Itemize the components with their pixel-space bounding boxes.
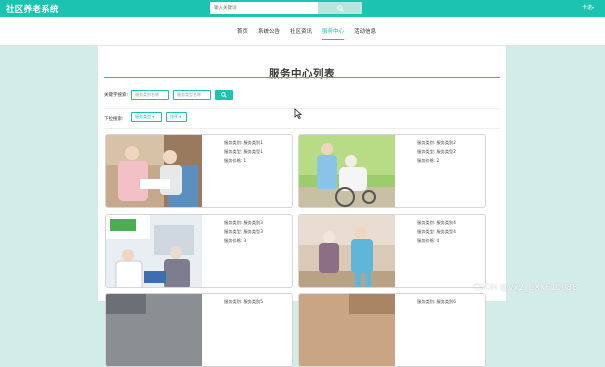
service-category: 服务类别: 服务类别2 (417, 140, 456, 145)
keyword-label: 关键字搜索: (104, 93, 129, 98)
top-search (210, 2, 362, 14)
service-info: 服务类别: 服务类别4 服务类型: 服务类型4 服务价格: 4 (417, 218, 456, 245)
service-price: 服务价格: 1 (224, 158, 247, 163)
top-search-button[interactable] (318, 2, 362, 14)
main-nav: 首页 系统公告 社区资讯 服务中心 活动信息 (0, 17, 605, 46)
service-info: 服务类别: 服务类别1 服务类型: 服务类型1 服务价格: 1 (224, 138, 263, 165)
service-card[interactable]: 服务类别: 服务类别5 (105, 293, 293, 367)
service-card[interactable]: 服务类别: 服务类别1 服务类型: 服务类型1 服务价格: 1 (105, 134, 293, 208)
main-content: 服务中心列表 关键字搜索: 服务类别名称 服务类型名称 下拉搜索: 服务类型 ▾… (98, 46, 506, 367)
service-photo (299, 135, 395, 207)
service-type-dropdown[interactable]: 服务类型 ▾ (131, 112, 162, 122)
top-bar: 社区养老系统 卡诺▾ (0, 0, 605, 17)
service-card[interactable]: 服务类别: 服务类别2 服务类型: 服务类型2 服务价格: 2 (298, 134, 486, 208)
service-info: 服务类别: 服务类别5 (224, 297, 263, 306)
service-price: 服务价格: 2 (417, 158, 440, 163)
nav-service-center[interactable]: 服务中心 (322, 27, 345, 40)
service-info: 服务类别: 服务类别3 服务类型: 服务类型3 服务价格: 3 (224, 218, 263, 245)
chevron-down-icon: ▾ (592, 5, 595, 10)
service-type: 服务类型: 服务类型4 (417, 229, 456, 234)
service-price: 服务价格: 3 (224, 238, 247, 243)
service-category: 服务类别: 服务类别6 (417, 299, 456, 304)
service-card[interactable]: 服务类别: 服务类别4 服务类型: 服务类型4 服务价格: 4 (298, 214, 486, 288)
service-price: 服务价格: 4 (417, 238, 440, 243)
service-photo (106, 135, 202, 207)
nav-announcements[interactable]: 系统公告 (258, 27, 280, 38)
top-search-input[interactable] (210, 2, 322, 14)
service-category-input[interactable]: 服务类别名称 (131, 90, 169, 100)
dropdown-search-label: 下拉搜索: (104, 117, 124, 122)
nav-activities[interactable]: 活动信息 (354, 27, 376, 38)
service-category: 服务类别: 服务类别5 (224, 299, 263, 304)
nav-home[interactable]: 首页 (237, 27, 248, 38)
sort-dropdown[interactable]: 排序 ▾ (166, 112, 187, 122)
divider (104, 128, 500, 129)
nav-community-news[interactable]: 社区资讯 (290, 27, 312, 38)
sort-dropdown-label: 排序 (170, 114, 178, 119)
search-icon (221, 92, 227, 98)
service-card[interactable]: 服务类别: 服务类别3 服务类型: 服务类型3 服务价格: 3 (105, 214, 293, 288)
watermark: CSDN @vx2_CXKF10088 (473, 283, 578, 293)
keyword-search-row: 关键字搜索: 服务类别名称 服务类型名称 (104, 90, 404, 100)
service-info: 服务类别: 服务类别6 (417, 297, 456, 306)
service-category: 服务类别: 服务类别3 (224, 220, 263, 225)
service-photo (299, 294, 395, 366)
service-photo (299, 215, 395, 287)
service-photo (106, 294, 202, 366)
user-menu[interactable]: 卡诺▾ (582, 4, 594, 11)
user-label: 卡诺 (582, 5, 593, 11)
brand-title: 社区养老系统 (6, 5, 59, 15)
service-type: 服务类型: 服务类型2 (417, 149, 456, 154)
service-card[interactable]: 服务类别: 服务类别6 (298, 293, 486, 367)
service-type-input[interactable]: 服务类型名称 (173, 90, 211, 100)
service-type: 服务类型: 服务类型1 (224, 149, 263, 154)
page-title: 服务中心列表 (269, 68, 335, 80)
service-photo (106, 215, 202, 287)
search-button[interactable] (215, 90, 233, 100)
title-divider (104, 77, 500, 78)
service-category: 服务类别: 服务类别1 (224, 140, 263, 145)
service-category: 服务类别: 服务类别4 (417, 220, 456, 225)
search-icon (336, 4, 344, 12)
service-info: 服务类别: 服务类别2 服务类型: 服务类型2 服务价格: 2 (417, 138, 456, 165)
chevron-down-icon: ▾ (179, 114, 182, 119)
service-type: 服务类型: 服务类型3 (224, 229, 263, 234)
dropdown-search-row: 下拉搜索: 服务类型 ▾ 排序 ▾ (104, 112, 404, 122)
service-type-dropdown-label: 服务类型 (135, 114, 151, 119)
chevron-down-icon: ▾ (152, 114, 155, 119)
